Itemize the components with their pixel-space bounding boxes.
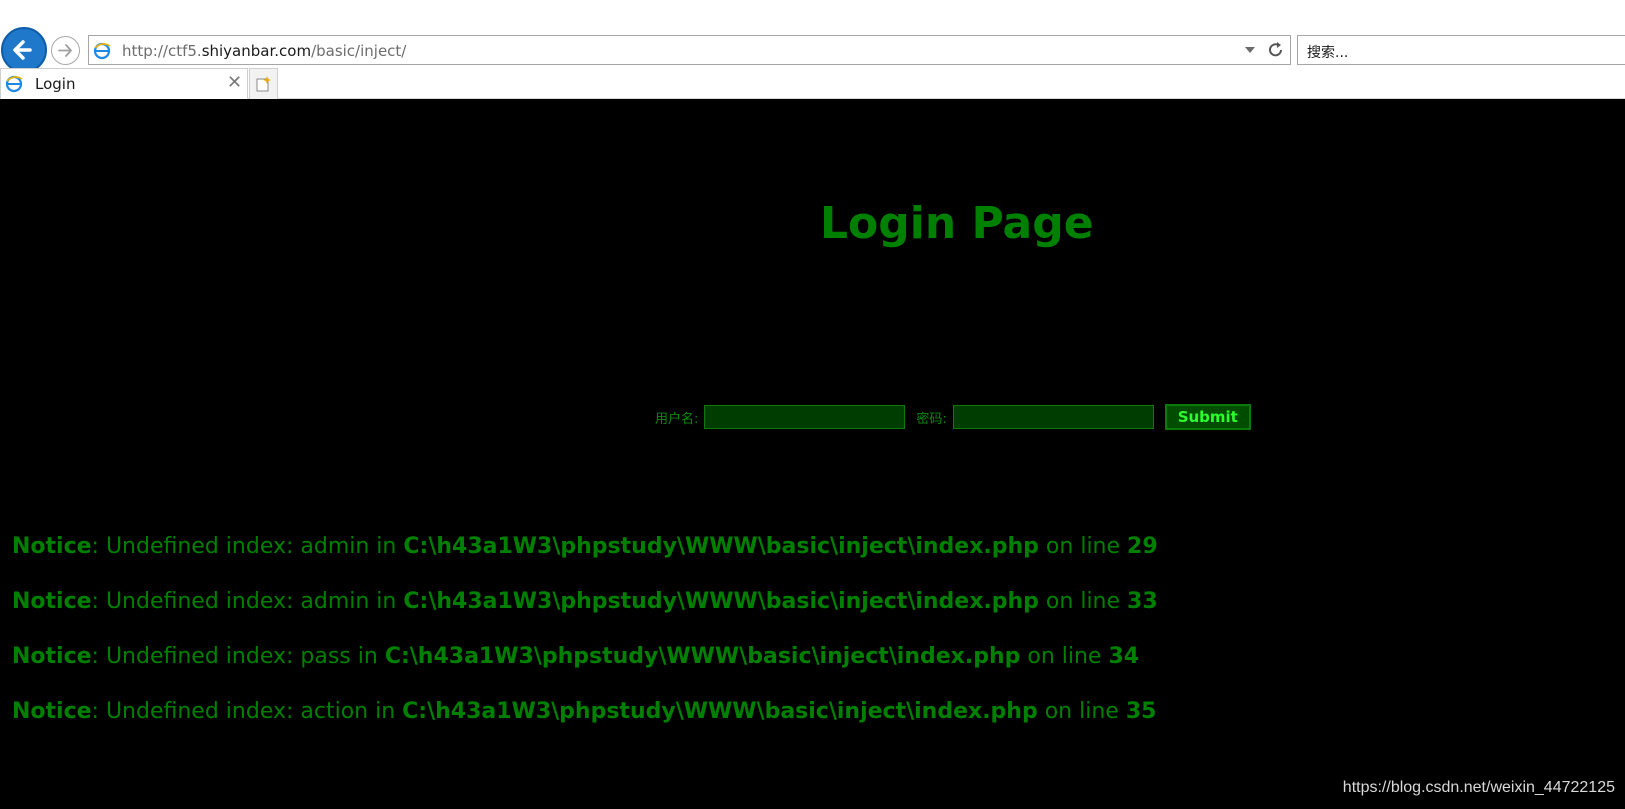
search-placeholder: 搜索...	[1307, 45, 1349, 61]
notice-mid: on line	[1038, 534, 1128, 559]
back-arrow-icon	[13, 40, 32, 60]
refresh-icon[interactable]	[1266, 40, 1286, 60]
address-bar[interactable]: http://ctf5.shiyanbar.com/basic/inject/	[88, 35, 1291, 65]
forward-button[interactable]	[51, 36, 80, 65]
address-url: http://ctf5.shiyanbar.com/basic/inject/	[122, 42, 407, 60]
ie-favicon-icon	[93, 42, 111, 60]
page-title: Login Page	[820, 198, 1094, 249]
notice-path: C:\h43a1W3\phpstudy\WWW\basic\inject\ind…	[402, 699, 1038, 724]
back-button[interactable]	[1, 27, 47, 73]
tab-bar: Login ✕	[0, 68, 1625, 99]
notice-path: C:\h43a1W3\phpstudy\WWW\basic\inject\ind…	[403, 534, 1039, 559]
notice-line: Notice: Undefined index: action in C:\h4…	[12, 697, 1158, 752]
notice-line-number: 29	[1127, 534, 1158, 559]
forward-arrow-icon	[58, 44, 72, 57]
notice-line-number: 34	[1108, 644, 1140, 669]
login-form: 用户名: 密码: Submit	[655, 404, 1251, 430]
tab-login[interactable]: Login ✕	[0, 68, 248, 99]
password-field[interactable]	[952, 405, 1154, 429]
username-field[interactable]	[704, 405, 906, 429]
notice-line-number: 35	[1125, 699, 1157, 724]
search-box[interactable]: 搜索...	[1297, 35, 1625, 65]
new-tab-icon	[256, 76, 271, 92]
watermark: https://blog.csdn.net/weixin_44722125	[1342, 779, 1615, 796]
php-notices: Notice: Undefined index: admin in C:\h43…	[12, 532, 1158, 752]
tab-title: Login	[35, 75, 76, 93]
notice-text: : Undefined index: admin in	[91, 534, 404, 559]
new-tab-button[interactable]	[249, 68, 278, 99]
notice-mid: on line	[1020, 644, 1109, 669]
submit-button[interactable]: Submit	[1164, 404, 1251, 430]
notice-label: Notice	[12, 589, 92, 614]
notice-mid: on line	[1038, 589, 1128, 614]
notice-label: Notice	[12, 644, 92, 669]
ie-favicon-icon	[5, 75, 23, 93]
notice-text: : Undefined index: pass in	[91, 644, 385, 669]
dropdown-arrow-icon[interactable]	[1244, 45, 1256, 55]
notice-line: Notice: Undefined index: admin in C:\h43…	[12, 587, 1158, 642]
notice-label: Notice	[12, 534, 92, 559]
notice-path: C:\h43a1W3\phpstudy\WWW\basic\inject\ind…	[403, 589, 1039, 614]
username-label: 用户名:	[655, 411, 699, 427]
notice-text: : Undefined index: admin in	[91, 589, 404, 614]
password-label: 密码:	[916, 411, 947, 427]
notice-mid: on line	[1037, 699, 1126, 724]
browser-chrome: http://ctf5.shiyanbar.com/basic/inject/ …	[0, 0, 1625, 99]
notice-line: Notice: Undefined index: pass in C:\h43a…	[12, 642, 1158, 697]
notice-path: C:\h43a1W3\phpstudy\WWW\basic\inject\ind…	[384, 644, 1021, 669]
notice-label: Notice	[12, 699, 92, 724]
notice-text: : Undefined index: action in	[91, 699, 403, 724]
close-icon[interactable]: ✕	[227, 72, 242, 93]
notice-line: Notice: Undefined index: admin in C:\h43…	[12, 532, 1158, 587]
notice-line-number: 33	[1127, 589, 1158, 614]
